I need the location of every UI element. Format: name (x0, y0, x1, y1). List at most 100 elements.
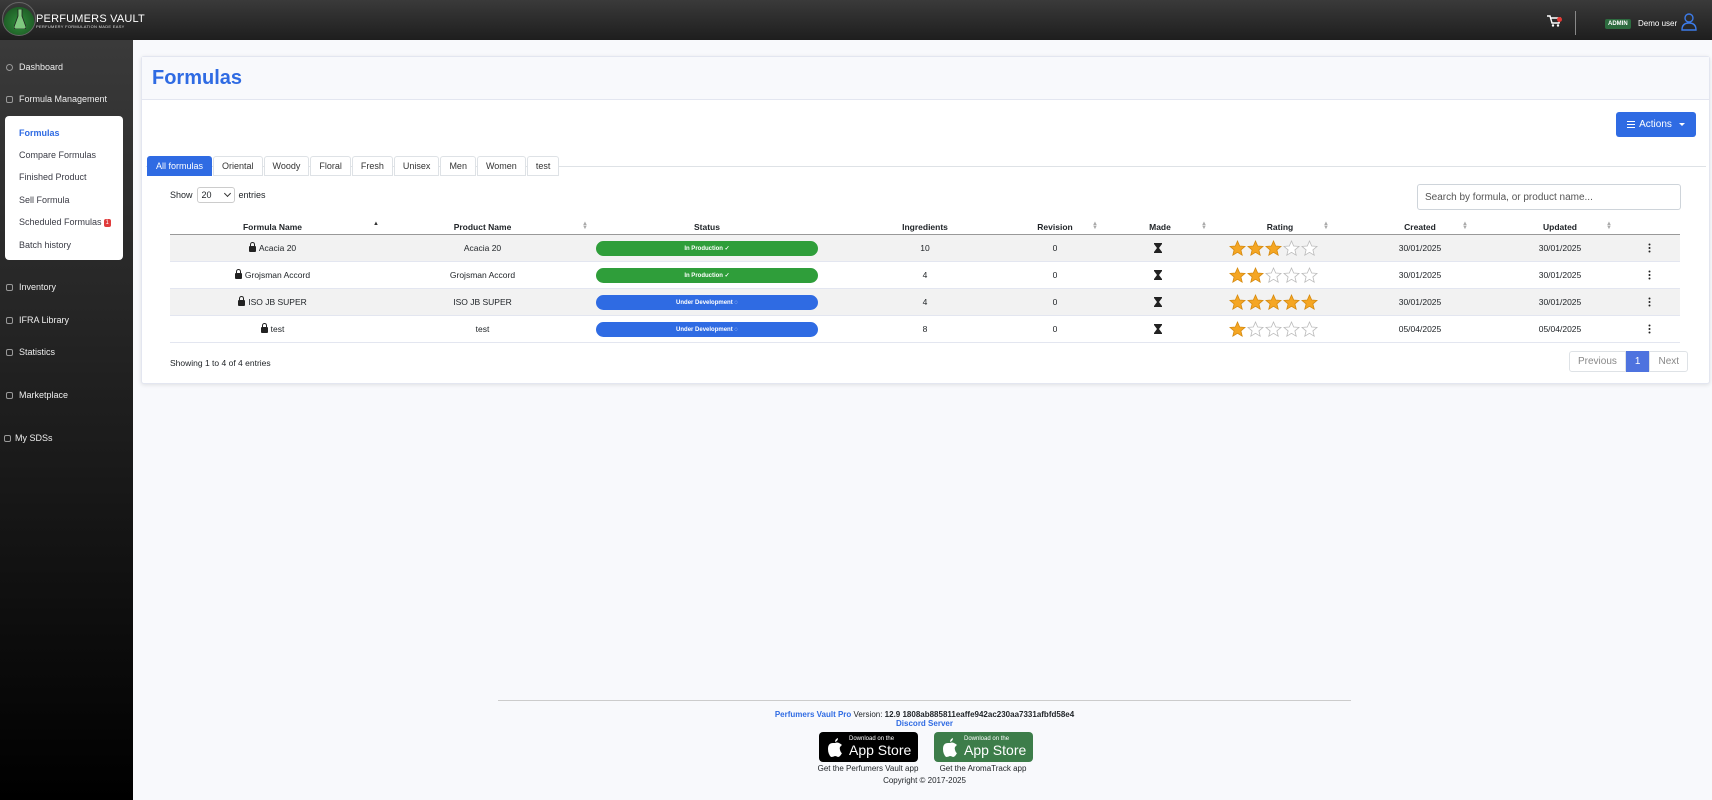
table-row[interactable]: Grojsman Accord Grojsman Accord In Product… (170, 262, 1680, 289)
sort-icon[interactable]: ▲ ▼ (1323, 221, 1329, 231)
column-updated[interactable]: Updated (1520, 222, 1600, 232)
sidebar-item-label: Inventory (19, 282, 57, 292)
tab-women[interactable]: Women (476, 156, 526, 176)
tab-floral[interactable]: Floral (310, 156, 351, 176)
sort-icon[interactable]: ▲ ▼ (1606, 221, 1612, 231)
store-big-text: App Store (964, 742, 1027, 758)
more-options-icon[interactable] (1648, 324, 1651, 334)
tab-test[interactable]: test (526, 156, 560, 176)
tab-fresh[interactable]: Fresh (351, 156, 393, 176)
column-formula-name[interactable]: Formula Name (170, 222, 375, 232)
tab-all-formulas[interactable]: All formulas (147, 156, 213, 176)
table-row[interactable]: Acacia 20 Acacia 20 In Production ✓ 10 0 30/0… (170, 235, 1680, 262)
pro-link[interactable]: Perfumers Vault Pro (775, 710, 851, 719)
star-empty-icon[interactable] (1247, 321, 1264, 338)
sidebar-item-formula-management[interactable]: Formula Management (0, 88, 133, 110)
submenu-item-scheduled-formulas[interactable]: Scheduled Formulas 1 (19, 217, 111, 227)
formula-name-cell[interactable]: ISO JB SUPER (170, 296, 375, 307)
star-empty-icon[interactable] (1301, 240, 1318, 257)
column-made[interactable]: Made (1130, 222, 1190, 232)
star-filled-icon[interactable] (1229, 294, 1246, 311)
table-row[interactable]: test test Under Development ◌ 8 0 05/04/2025 0… (170, 316, 1680, 343)
previous-button[interactable]: Previous (1569, 351, 1626, 372)
formula-submenu: Formulas Compare Formulas Finished Produ… (5, 116, 123, 260)
star-empty-icon[interactable] (1265, 267, 1282, 284)
apple-icon (943, 737, 957, 757)
star-filled-icon[interactable] (1265, 294, 1282, 311)
more-options-icon[interactable] (1648, 243, 1651, 253)
column-rating[interactable]: Rating (1240, 222, 1320, 232)
user-icon[interactable] (1681, 13, 1697, 31)
show-label: Show (170, 190, 193, 200)
tab-oriental[interactable]: Oriental (213, 156, 263, 176)
sort-icon[interactable]: ▲ ▼ (582, 221, 588, 231)
sort-icon[interactable]: ▲ ▼ (1201, 221, 1207, 231)
rating-stars[interactable] (1229, 321, 1318, 338)
rating-stars[interactable] (1229, 240, 1318, 257)
star-filled-icon[interactable] (1229, 240, 1246, 257)
table-row[interactable]: ISO JB SUPER ISO JB SUPER Under Developmen… (170, 289, 1680, 316)
sidebar-item-ifra-library[interactable]: IFRA Library (0, 309, 133, 331)
menu-icon (1627, 121, 1636, 128)
entries-select[interactable]: 20 (196, 187, 235, 203)
sidebar-item-label: My SDSs (15, 433, 53, 443)
sidebar-item-statistics[interactable]: Statistics (0, 341, 133, 363)
formula-name-cell[interactable]: test (170, 323, 375, 334)
star-filled-icon[interactable] (1283, 294, 1300, 311)
footer-divider (498, 700, 1351, 701)
more-options-icon[interactable] (1648, 297, 1651, 307)
sort-icon[interactable]: ▲ ▼ (1462, 221, 1468, 231)
star-empty-icon[interactable] (1283, 267, 1300, 284)
star-filled-icon[interactable] (1247, 267, 1264, 284)
submenu-item-formulas[interactable]: Formulas (19, 128, 60, 138)
page-button[interactable]: 1 (1625, 351, 1650, 372)
star-filled-icon[interactable] (1265, 240, 1282, 257)
star-filled-icon[interactable] (1229, 321, 1246, 338)
sidebar-item-marketplace[interactable]: Marketplace (0, 384, 133, 406)
tab-men[interactable]: Men (440, 156, 476, 176)
sidebar-item-my-sdss[interactable]: My SDSs (0, 427, 133, 449)
sidebar-item-dashboard[interactable]: Dashboard (0, 56, 133, 78)
formulas-table: Formula Name ▲ Product Name ▲ ▼ Status In… (170, 220, 1680, 343)
admin-badge: ADMIN (1605, 19, 1631, 29)
column-product-name[interactable]: Product Name (380, 222, 585, 232)
star-filled-icon[interactable] (1229, 267, 1246, 284)
star-empty-icon[interactable] (1301, 267, 1318, 284)
star-empty-icon[interactable] (1301, 321, 1318, 338)
star-filled-icon[interactable] (1247, 294, 1264, 311)
hourglass-icon (1154, 324, 1162, 334)
star-filled-icon[interactable] (1301, 294, 1318, 311)
discord-link[interactable]: Discord Server (498, 719, 1351, 728)
more-options-icon[interactable] (1648, 270, 1651, 280)
rating-stars[interactable] (1229, 294, 1318, 311)
star-filled-icon[interactable] (1247, 240, 1264, 257)
logo[interactable] (2, 2, 36, 36)
rating-stars[interactable] (1229, 267, 1318, 284)
next-button[interactable]: Next (1649, 351, 1689, 372)
app-store-badge-aromatrack[interactable]: Download on the App Store (934, 732, 1033, 762)
tab-unisex[interactable]: Unisex (393, 156, 440, 176)
sidebar-item-label: Dashboard (19, 62, 64, 72)
copyright: Copyright © 2017-2025 (883, 776, 966, 785)
submenu-item-sell-formula[interactable]: Sell Formula (19, 195, 70, 205)
sidebar-item-label: Marketplace (19, 390, 69, 400)
sort-asc-icon[interactable]: ▲ (373, 221, 379, 227)
submenu-item-compare-formulas[interactable]: Compare Formulas (19, 150, 96, 160)
star-empty-icon[interactable] (1265, 321, 1282, 338)
formula-name-cell[interactable]: Grojsman Accord (170, 269, 375, 280)
app-store-badge-perfumers-vault[interactable]: Download on the App Store (819, 732, 918, 762)
user-name[interactable]: Demo user (1638, 19, 1677, 28)
actions-button[interactable]: Actions (1616, 112, 1696, 137)
star-empty-icon[interactable] (1283, 240, 1300, 257)
star-empty-icon[interactable] (1283, 321, 1300, 338)
column-created[interactable]: Created (1380, 222, 1460, 232)
tab-woody[interactable]: Woody (263, 156, 310, 176)
sidebar-item-inventory[interactable]: Inventory (0, 276, 133, 298)
sort-icon[interactable]: ▲ ▼ (1092, 221, 1098, 231)
formula-name-cell[interactable]: Acacia 20 (170, 242, 375, 253)
search-input[interactable] (1417, 184, 1681, 210)
sidebar-item-label: Formula Management (19, 94, 108, 104)
submenu-item-batch-history[interactable]: Batch history (19, 240, 71, 250)
submenu-item-finished-product[interactable]: Finished Product (19, 172, 87, 182)
column-status[interactable]: Status (596, 222, 818, 232)
